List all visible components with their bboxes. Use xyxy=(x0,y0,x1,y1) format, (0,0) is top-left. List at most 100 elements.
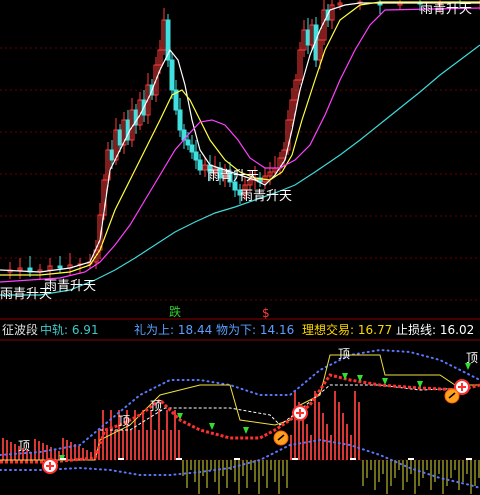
top-mark: 顶 xyxy=(118,414,130,428)
histogram-bar xyxy=(206,460,208,488)
baseline-tick xyxy=(408,458,414,460)
histogram-bar xyxy=(346,424,348,460)
histogram-bar xyxy=(354,391,356,460)
histogram-bar xyxy=(38,441,40,460)
histogram-bar xyxy=(358,402,360,460)
annotation-label: 雨青升天 xyxy=(240,189,292,204)
histogram-bar xyxy=(318,402,320,460)
ma10-line xyxy=(0,1,480,276)
histogram-bar xyxy=(158,410,160,460)
histogram-bar xyxy=(46,445,48,460)
candle-body xyxy=(177,109,183,131)
upper-band xyxy=(0,348,480,456)
histogram-bar xyxy=(130,430,132,460)
histogram-bar xyxy=(390,460,392,486)
histogram-bar xyxy=(462,460,464,482)
histogram-bar xyxy=(146,430,148,460)
histogram-bar xyxy=(210,460,212,470)
histogram-bar xyxy=(442,460,444,494)
histogram-bar xyxy=(322,413,324,460)
histogram-bar xyxy=(306,424,308,460)
candle-body xyxy=(189,144,195,153)
mid-rail-label: 中轨: 6.91 xyxy=(40,323,99,337)
histogram-bar xyxy=(186,460,188,488)
histogram-bar xyxy=(334,391,336,460)
histogram-bar xyxy=(218,460,220,494)
histogram-bar xyxy=(78,446,80,460)
lower-label: 物为下: 14.16 xyxy=(216,323,295,337)
candle-body xyxy=(197,159,203,171)
stock-chart: 雨青升天 雨青升天 雨青升天 雨青升天 雨青升天跌 $ 顶顶顶顶顶 征波段 中轨: 6.91… xyxy=(0,0,480,495)
candle-body xyxy=(193,151,199,161)
green-arrow xyxy=(209,423,215,430)
green-arrow xyxy=(243,427,249,434)
histogram-bar xyxy=(14,444,16,460)
histogram-bar xyxy=(374,460,376,490)
baseline-tick xyxy=(466,458,472,460)
histogram-bar xyxy=(258,460,260,494)
histogram-bar xyxy=(102,410,104,460)
histogram-bar xyxy=(138,430,140,460)
histogram-bar xyxy=(234,460,236,482)
annotation-label: 雨青升天 xyxy=(420,2,472,17)
baseline-tick xyxy=(234,458,240,460)
histogram-bar xyxy=(170,430,172,460)
histogram-bar xyxy=(418,460,420,486)
histogram-bar xyxy=(330,435,332,460)
histogram-bar xyxy=(262,460,264,476)
baseline-tick xyxy=(350,458,356,460)
histogram-bar xyxy=(54,449,56,460)
signal-dollar: $ xyxy=(262,306,270,320)
histogram-bar xyxy=(434,460,436,482)
histogram-bar xyxy=(426,460,428,470)
green-arrow xyxy=(382,378,388,385)
histogram-bar xyxy=(378,460,380,482)
histogram-bar xyxy=(282,460,284,476)
histogram-bar xyxy=(406,460,408,482)
histogram-bar xyxy=(294,391,296,460)
histogram-bar xyxy=(446,460,448,486)
histogram-bar xyxy=(430,460,432,490)
histogram-bar xyxy=(178,430,180,460)
top-mark: 顶 xyxy=(18,439,30,453)
histogram-bar xyxy=(162,430,164,460)
histogram-bar xyxy=(142,410,144,460)
annotation-label: 雨青升天 xyxy=(0,287,52,302)
signal-die: 跌 xyxy=(169,304,181,319)
histogram-bar xyxy=(254,460,256,482)
chart-canvas: 雨青升天雨青升天雨青升天雨青升天雨青升天跌 $顶顶顶顶顶 xyxy=(0,0,480,494)
histogram-bar xyxy=(6,440,8,460)
histogram-bar xyxy=(242,460,244,476)
upper-label: 礼为上: 18.44 xyxy=(134,323,213,337)
histogram-bar xyxy=(286,460,288,488)
histogram-bar xyxy=(246,460,248,488)
histogram-bar xyxy=(342,413,344,460)
histogram-bar xyxy=(382,460,384,474)
histogram-bar xyxy=(10,442,12,460)
green-arrow xyxy=(357,375,363,382)
histogram-bar xyxy=(34,439,36,460)
histogram-bar xyxy=(106,430,108,460)
histogram-bar xyxy=(314,391,316,460)
histogram-bar xyxy=(474,460,476,486)
histogram-bar xyxy=(458,460,460,490)
green-arrow xyxy=(417,381,423,388)
top-mark: 顶 xyxy=(338,347,350,361)
histogram-bar xyxy=(310,435,312,460)
candle-body xyxy=(305,29,311,46)
histogram-bar xyxy=(454,460,456,470)
histogram-bar xyxy=(450,460,452,478)
histogram-bar xyxy=(278,460,280,494)
histogram-bar xyxy=(154,430,156,460)
candle-body xyxy=(185,139,191,146)
histogram-bar xyxy=(290,435,292,460)
annotation-label: 雨青升天 xyxy=(207,169,259,184)
histogram-bar xyxy=(2,438,4,460)
candle-body xyxy=(57,265,63,269)
histogram-bar xyxy=(362,460,364,486)
histogram-bar xyxy=(270,460,272,470)
histogram-bar xyxy=(326,424,328,460)
stop-loss-label: 止损线: 16.02 xyxy=(396,323,475,337)
histogram-bar xyxy=(194,460,196,482)
histogram-bar xyxy=(66,440,68,460)
